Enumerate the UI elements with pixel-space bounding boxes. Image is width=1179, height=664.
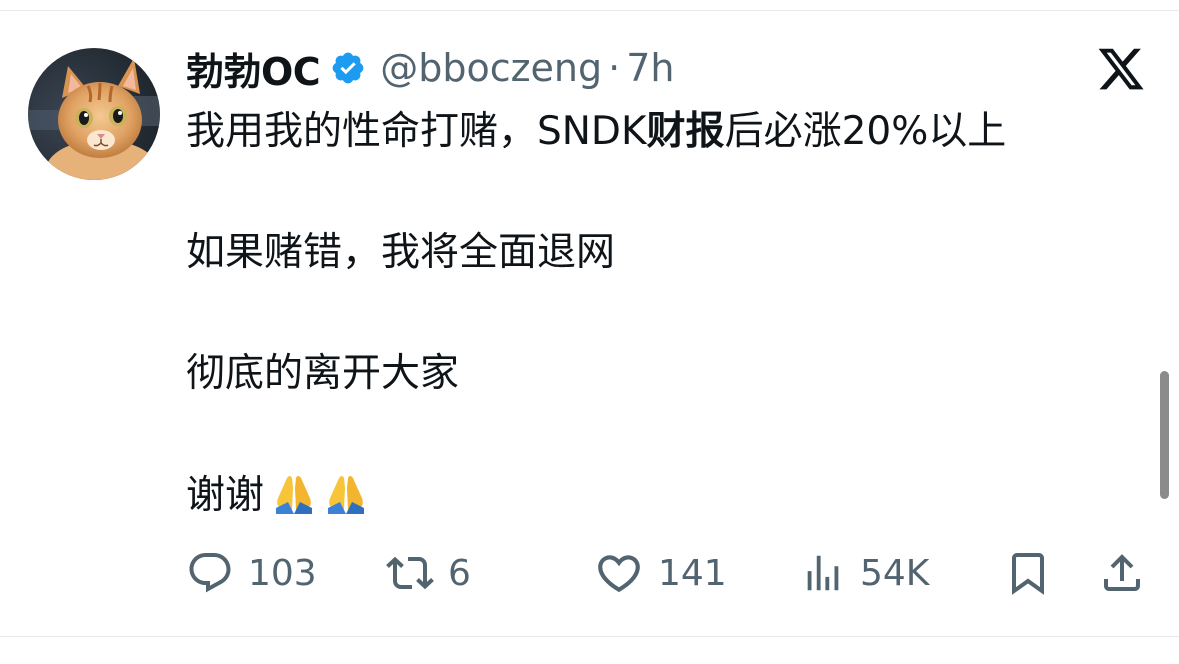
x-logo-icon[interactable]	[1096, 44, 1146, 94]
like-button[interactable]: 141	[594, 548, 727, 598]
tweet-text-line-1: 我用我的性命打赌，SNDK财报后必涨20%以上	[186, 107, 1006, 157]
tweet-header: 勃勃OC @bboczeng · 7h	[186, 40, 674, 96]
views-button[interactable]: 54K	[800, 548, 929, 598]
verified-badge-icon	[330, 50, 366, 86]
timestamp[interactable]: 7h	[626, 46, 674, 90]
retweet-icon	[386, 549, 434, 597]
folded-hands-emoji	[272, 470, 316, 514]
like-count: 141	[658, 552, 727, 594]
retweet-button[interactable]: 6	[386, 548, 471, 598]
bookmark-button[interactable]	[1004, 548, 1052, 598]
reply-button[interactable]: 103	[186, 548, 317, 598]
tweet-text-line-4: 谢谢	[186, 470, 368, 521]
tweet-text-part: 谢谢	[186, 473, 265, 518]
avatar[interactable]	[28, 48, 160, 180]
retweet-count: 6	[448, 552, 471, 594]
reply-count: 103	[248, 552, 317, 594]
folded-hands-emoji	[324, 470, 368, 514]
user-handle[interactable]: @bboczeng	[380, 46, 602, 90]
tweet-text-part: 我用我的性命打赌，SNDK	[186, 109, 647, 154]
reply-icon	[186, 549, 234, 597]
views-icon	[800, 550, 846, 596]
tweet-text-bold: 财报	[646, 109, 725, 154]
bookmark-icon	[1004, 549, 1052, 597]
share-icon	[1098, 549, 1146, 597]
heart-icon	[594, 548, 644, 598]
share-button[interactable]	[1098, 548, 1146, 598]
tweet-text-line-2: 如果赌错，我将全面退网	[186, 230, 616, 275]
top-divider	[0, 10, 1179, 11]
tweet-text-part: 后必涨20%以上	[724, 109, 1007, 154]
cat-avatar-icon	[28, 48, 160, 180]
display-name[interactable]: 勃勃OC	[186, 41, 321, 96]
scrollbar-thumb[interactable]	[1160, 371, 1169, 499]
separator-dot: ·	[608, 46, 621, 90]
bottom-divider	[0, 636, 1179, 637]
views-count: 54K	[860, 552, 930, 594]
tweet-text-line-3: 彻底的离开大家	[186, 351, 460, 396]
